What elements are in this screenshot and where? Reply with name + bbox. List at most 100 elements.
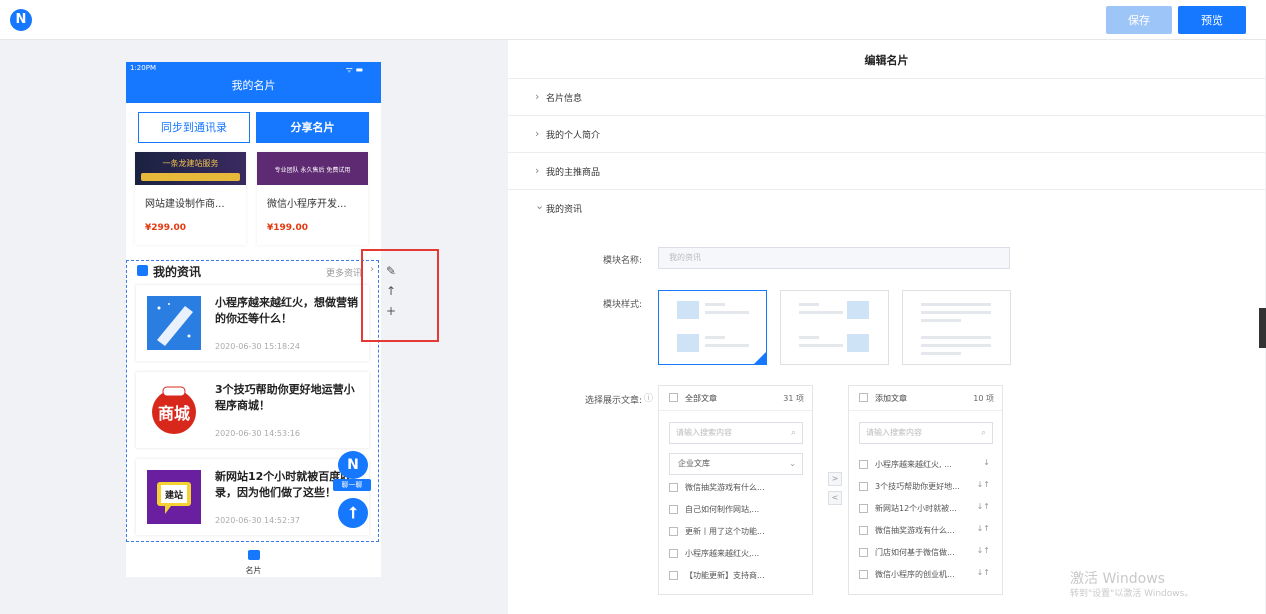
reorder-icon: ↓↑: [976, 480, 990, 489]
select-articles-label: 选择展示文章:: [584, 396, 642, 406]
style-option-right-image[interactable]: [780, 290, 889, 365]
card-actions: 同步到通讯录 分享名片: [138, 112, 369, 144]
style-option-left-image[interactable]: [658, 290, 767, 365]
editor-panel: 编辑名片 › 名片信息 › 我的个人简介 › 我的主推商品 ⌄ 我的资讯 模块名…: [508, 40, 1265, 614]
chevron-right-icon: ›: [535, 127, 540, 140]
product-banner-text: 专业团队 永久售后 免费试用: [274, 167, 351, 174]
category-select[interactable]: 企业文库 ⌄: [669, 453, 803, 475]
collapse-products[interactable]: › 我的主推商品: [508, 152, 1265, 189]
list-item[interactable]: 【功能更新】支持商...: [659, 565, 812, 587]
product-card[interactable]: 专业团队 永久售后 免费试用 微信小程序开发... ¥199.00: [257, 152, 368, 245]
search-input[interactable]: 请输入搜索内容 ⌕: [669, 422, 803, 444]
shop-hot-icon: 商城: [147, 383, 201, 437]
list-item[interactable]: 自己如何制作网站,...: [659, 499, 812, 521]
build-site-icon: 建站: [147, 470, 201, 524]
list-item[interactable]: 新网站12个小时就被... ↓↑: [849, 498, 1002, 520]
more-news-link[interactable]: 更多资讯: [326, 266, 362, 279]
news-item[interactable]: 建站 新网站12个小时就被百度收录，因为他们做了这些！ 2020-06-30 1…: [136, 459, 369, 535]
chevron-down-icon: ⌄: [789, 459, 796, 468]
list-item[interactable]: 微信抽奖游戏有什么...: [659, 477, 812, 499]
signal-battery-icon: ᯤ ▬: [345, 65, 363, 74]
list-item[interactable]: 更新丨用了这个功能...: [659, 521, 812, 543]
product-price: ¥199.00: [267, 223, 308, 233]
list-title: 全部文章: [685, 394, 717, 403]
style-option-text-only[interactable]: [902, 290, 1011, 365]
news-title: 小程序越来越红火，想做营销的你还等什么！: [215, 296, 358, 325]
sync-contacts-button[interactable]: 同步到通讯录: [138, 112, 250, 143]
product-name: 微信小程序开发...: [267, 199, 347, 210]
collapse-label: 我的主推商品: [546, 168, 601, 178]
editor-title: 编辑名片: [864, 54, 909, 67]
product-name: 网站建设制作商...: [145, 199, 225, 210]
list-item[interactable]: 小程序越来越红火, ... ↓: [849, 454, 1002, 476]
list-count: 31 项: [783, 394, 804, 403]
list-item[interactable]: 门店如何基于微信做... ↓↑: [849, 542, 1002, 564]
top-bar: N 保存 预览: [0, 0, 1266, 40]
news-time: 2020-06-30 15:18:24: [215, 342, 300, 351]
save-button[interactable]: 保存: [1106, 6, 1172, 34]
preview-button[interactable]: 预览: [1178, 6, 1246, 34]
chat-button[interactable]: 聊一聊: [333, 479, 371, 491]
product-card[interactable]: 一条龙建站服务 网站建设制作商... ¥299.00: [135, 152, 246, 245]
side-handle[interactable]: [1259, 308, 1266, 348]
collapse-news[interactable]: ⌄ 我的资讯: [508, 189, 1265, 226]
collapse-label: 名片信息: [546, 94, 583, 104]
chat-logo-icon[interactable]: N: [338, 451, 368, 479]
news-time: 2020-06-30 14:52:37: [215, 516, 300, 525]
list-item[interactable]: 微信小程序的创业机... ↓↑: [849, 564, 1002, 586]
move-right-button[interactable]: >: [828, 472, 842, 486]
share-card-button[interactable]: 分享名片: [256, 112, 369, 143]
list-item[interactable]: 小程序越来越红火,...: [659, 543, 812, 565]
phone-preview: 1:20PM ᯤ ▬ 我的名片 同步到通讯录 分享名片 一条龙建站服务 网站建设…: [126, 62, 381, 577]
news-item[interactable]: 小程序越来越红火，想做营销的你还等什么！ 2020-06-30 15:18:24: [136, 285, 369, 361]
module-style-label: 模块样式:: [602, 300, 642, 310]
reorder-icon: ↓↑: [976, 546, 990, 555]
select-all-checkbox[interactable]: [859, 393, 868, 402]
product-banner-text: 一条龙建站服务: [162, 159, 219, 168]
search-input[interactable]: 请输入搜索内容 ⌕: [859, 422, 993, 444]
reorder-icon: ↓↑: [976, 502, 990, 511]
annotation-box: [361, 249, 439, 342]
selected-check-icon: [754, 352, 766, 364]
list-item[interactable]: 3个技巧帮助你更好地... ↓↑: [849, 476, 1002, 498]
news-section-title: 我的资讯: [153, 265, 202, 279]
card-tab-label[interactable]: 名片: [126, 565, 381, 576]
list-item[interactable]: 微信抽奖游戏有什么... ↓↑: [849, 520, 1002, 542]
collapse-card-info[interactable]: › 名片信息: [508, 78, 1265, 115]
news-icon: [137, 265, 148, 276]
app-logo: N: [10, 9, 32, 31]
list-count: 10 项: [973, 394, 994, 403]
product-price: ¥299.00: [145, 223, 186, 233]
product-image: 专业团队 永久售后 免费试用: [257, 152, 368, 185]
svg-text:建站: 建站: [165, 489, 183, 501]
phone-tabbar: 名片: [126, 544, 381, 577]
help-icon[interactable]: ⓘ: [644, 391, 653, 404]
search-icon: ⌕: [790, 428, 796, 438]
selected-articles-list: 添加文章 10 项 请输入搜索内容 ⌕ 小程序越来越红火, ... ↓ 3个技巧帮…: [848, 385, 1003, 595]
svg-text:商城: 商城: [158, 404, 190, 423]
module-name-label: 模块名称:: [602, 256, 642, 266]
activation-watermark: 激活 Windows: [1070, 571, 1165, 587]
back-to-top-icon[interactable]: ⭡: [338, 498, 368, 528]
reorder-icon: ↓↑: [976, 524, 990, 533]
move-down-icon: ↓: [983, 458, 990, 467]
select-all-checkbox[interactable]: [669, 393, 678, 402]
move-left-button[interactable]: <: [828, 491, 842, 505]
chevron-down-icon: ⌄: [535, 199, 545, 212]
phone-time: 1:20PM: [130, 64, 156, 72]
news-time: 2020-06-30 14:53:16: [215, 429, 300, 438]
collapse-label: 我的个人简介: [546, 131, 601, 141]
module-name-input[interactable]: 我的资讯: [658, 247, 1010, 269]
chevron-right-icon: ›: [535, 164, 540, 177]
all-articles-list: 全部文章 31 项 请输入搜索内容 ⌕ 企业文库 ⌄ 微信抽奖游戏有什么... …: [658, 385, 813, 595]
news-section[interactable]: 我的资讯 更多资讯 › 小程序越来越红火，想做营销的你还等什么！ 2020-06…: [126, 260, 379, 542]
product-image: 一条龙建站服务: [135, 152, 246, 185]
phone-title: 我的名片: [231, 79, 276, 92]
card-tab-icon[interactable]: [248, 550, 260, 560]
news-item[interactable]: 商城 3个技巧帮助你更好地运营小程序商城！ 2020-06-30 14:53:1…: [136, 372, 369, 448]
blue-star-icon: [147, 296, 201, 350]
collapse-label: 我的资讯: [546, 205, 583, 215]
collapse-profile[interactable]: › 我的个人简介: [508, 115, 1265, 152]
chevron-right-icon: ›: [535, 90, 540, 103]
phone-header: 1:20PM ᯤ ▬ 我的名片: [126, 62, 381, 103]
